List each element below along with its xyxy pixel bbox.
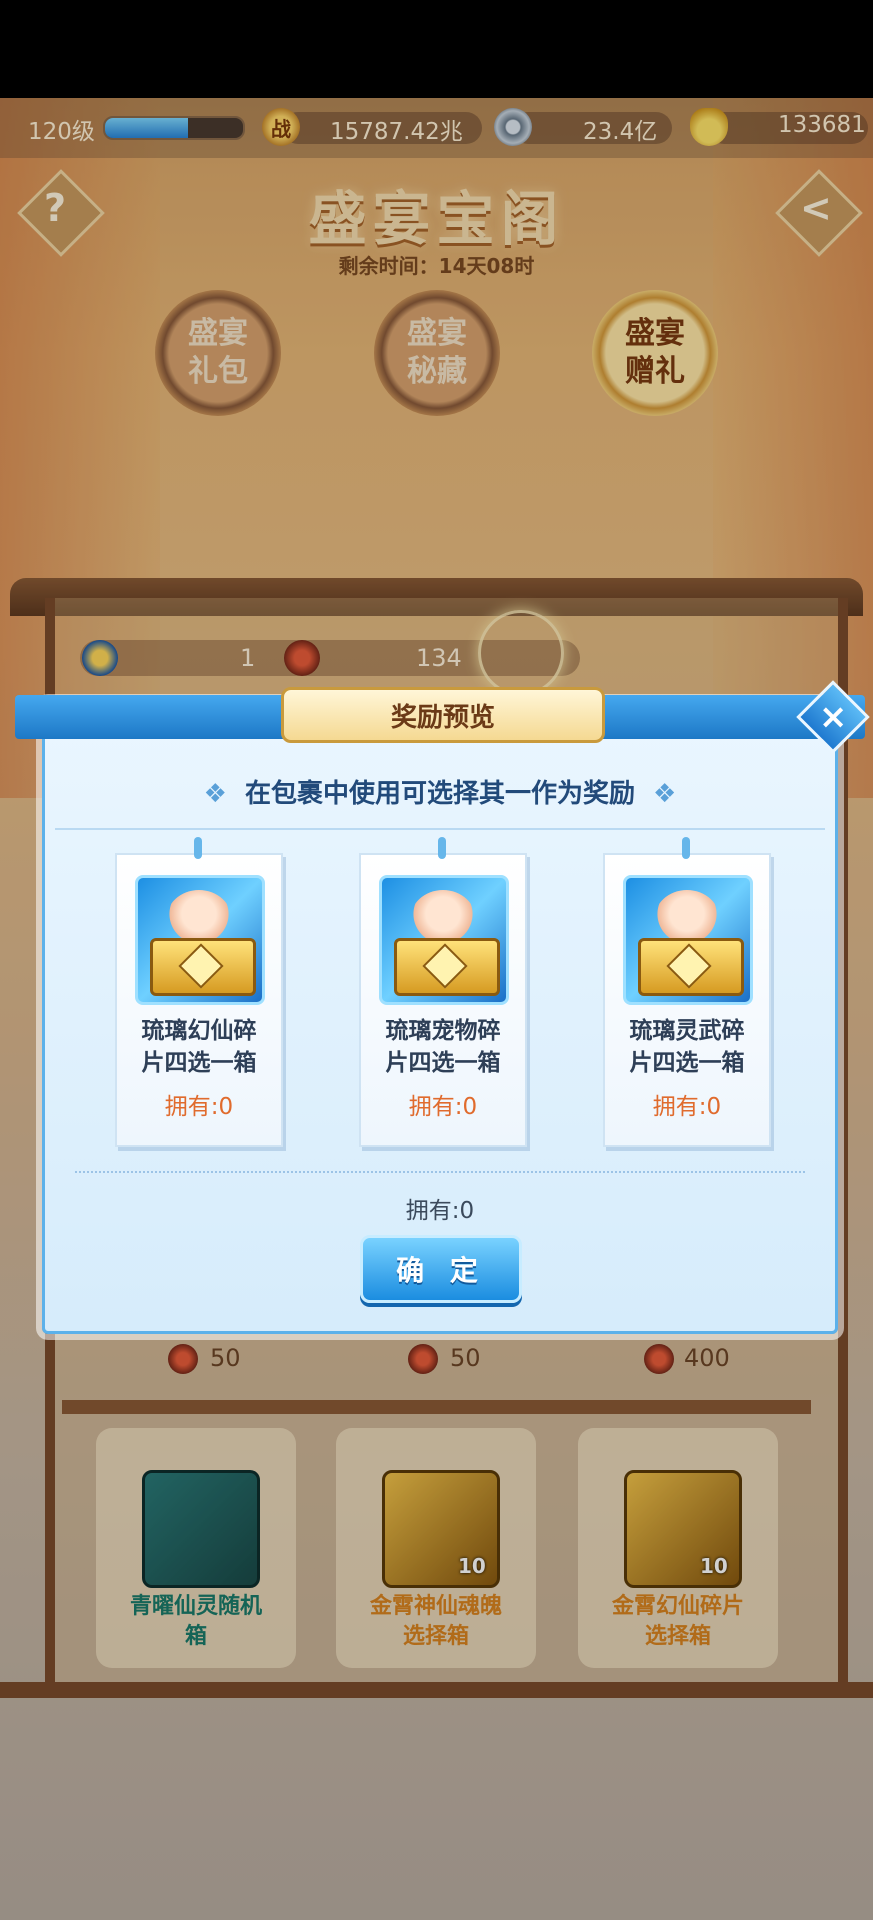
instruction-divider (55, 828, 825, 830)
diamond-ornament-icon: ❖ (203, 779, 227, 809)
card-hanger-icon (682, 837, 690, 859)
reward-name: 琉璃幻仙碎片四选一箱 (117, 1015, 281, 1079)
instruction-text: 在包裹中使用可选择其一作为奖励 (244, 779, 635, 809)
reward-name: 琉璃灵武碎片四选一箱 (605, 1015, 769, 1079)
card-hanger-icon (194, 837, 202, 859)
pet-fragment-chest-icon (379, 875, 509, 1005)
reward-name: 琉璃宠物碎片四选一箱 (361, 1015, 525, 1079)
reward-card[interactable]: 琉璃幻仙碎片四选一箱 拥有:0 (115, 837, 283, 1147)
reward-owned: 拥有:0 (408, 1094, 478, 1120)
diamond-ornament-icon: ❖ (653, 779, 677, 809)
weapon-fragment-chest-icon (623, 875, 753, 1005)
reward-preview-dialog: 奖励预览 × ❖ 在包裹中使用可选择其一作为奖励 ❖ 琉璃幻仙碎片四选一箱 拥有:0… (15, 680, 870, 1334)
reward-name-line1: 琉璃宠物碎 (385, 1018, 501, 1044)
reward-card[interactable]: 琉璃灵武碎片四选一箱 拥有:0 (603, 837, 771, 1147)
reward-name-line1: 琉璃灵武碎 (629, 1018, 745, 1044)
dialog-title: 奖励预览 (281, 687, 605, 743)
reward-name-line1: 琉璃幻仙碎 (141, 1018, 257, 1044)
reward-name-line2: 片四选一箱 (141, 1050, 257, 1076)
reward-name-line2: 片四选一箱 (629, 1050, 745, 1076)
dialog-instruction: ❖ 在包裹中使用可选择其一作为奖励 ❖ (45, 773, 835, 810)
fairy-fragment-chest-icon (135, 875, 265, 1005)
confirm-button[interactable]: 确 定 (360, 1235, 522, 1303)
reward-owned: 拥有:0 (164, 1094, 234, 1120)
reward-name-line2: 片四选一箱 (385, 1050, 501, 1076)
owned-total: 拥有:0 (405, 1198, 475, 1224)
reward-card[interactable]: 琉璃宠物碎片四选一箱 拥有:0 (359, 837, 527, 1147)
dotted-divider (75, 1171, 805, 1173)
confirm-label: 确 定 (396, 1254, 486, 1287)
reward-owned: 拥有:0 (652, 1094, 722, 1120)
dialog-title-text: 奖励预览 (390, 702, 495, 733)
card-hanger-icon (438, 837, 446, 859)
close-icon: × (818, 697, 848, 737)
